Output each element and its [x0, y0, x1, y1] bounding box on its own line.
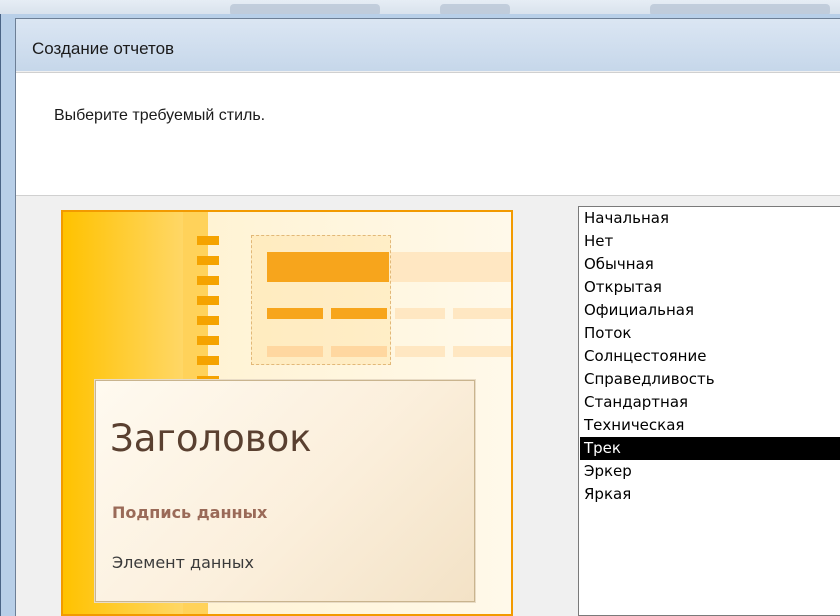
wizard-header: Выберите требуемый стиль. — [16, 72, 840, 196]
preview-row-bar — [331, 346, 387, 357]
style-listbox[interactable]: Начальная Нет Обычная Открытая Официальн… — [578, 206, 840, 616]
preview-header-bar-extension — [391, 252, 511, 282]
report-wizard-window: Создание отчетов Выберите требуемый стил… — [0, 14, 840, 616]
style-preview: Заголовок Подпись данных Элемент данных — [61, 210, 513, 616]
preview-data-element: Элемент данных — [112, 553, 254, 572]
preview-row-bar — [395, 308, 445, 319]
preview-sample-card: Заголовок Подпись данных Элемент данных — [95, 380, 475, 602]
style-option[interactable]: Нет — [580, 230, 840, 253]
wizard-client-area: Выберите требуемый стиль. Заголовок Подп… — [16, 72, 840, 616]
wizard-prompt: Выберите требуемый стиль. — [54, 107, 266, 124]
preview-title: Заголовок — [110, 417, 312, 460]
preview-row-bar — [453, 346, 511, 357]
preview-data-caption: Подпись данных — [112, 503, 268, 522]
style-option[interactable]: Солнцестояние — [580, 345, 840, 368]
window-title: Создание отчетов — [32, 39, 175, 58]
style-option[interactable]: Начальная — [580, 207, 840, 230]
title-bar[interactable]: Создание отчетов — [16, 19, 840, 71]
style-option[interactable]: Поток — [580, 322, 840, 345]
style-option[interactable]: Официальная — [580, 299, 840, 322]
style-option[interactable]: Техническая — [580, 414, 840, 437]
style-option[interactable]: Стандартная — [580, 391, 840, 414]
preview-header-bar — [267, 252, 389, 282]
preview-row-bar — [395, 346, 445, 357]
style-option[interactable]: Эркер — [580, 460, 840, 483]
preview-row-bar — [267, 346, 323, 357]
style-option-selected[interactable]: Трек — [580, 437, 840, 460]
preview-row-bar — [453, 308, 511, 319]
preview-row-bar — [331, 308, 387, 319]
style-option[interactable]: Справедливость — [580, 368, 840, 391]
style-option[interactable]: Открытая — [580, 276, 840, 299]
style-option[interactable]: Яркая — [580, 483, 840, 506]
preview-row-bar — [267, 308, 323, 319]
style-option[interactable]: Обычная — [580, 253, 840, 276]
